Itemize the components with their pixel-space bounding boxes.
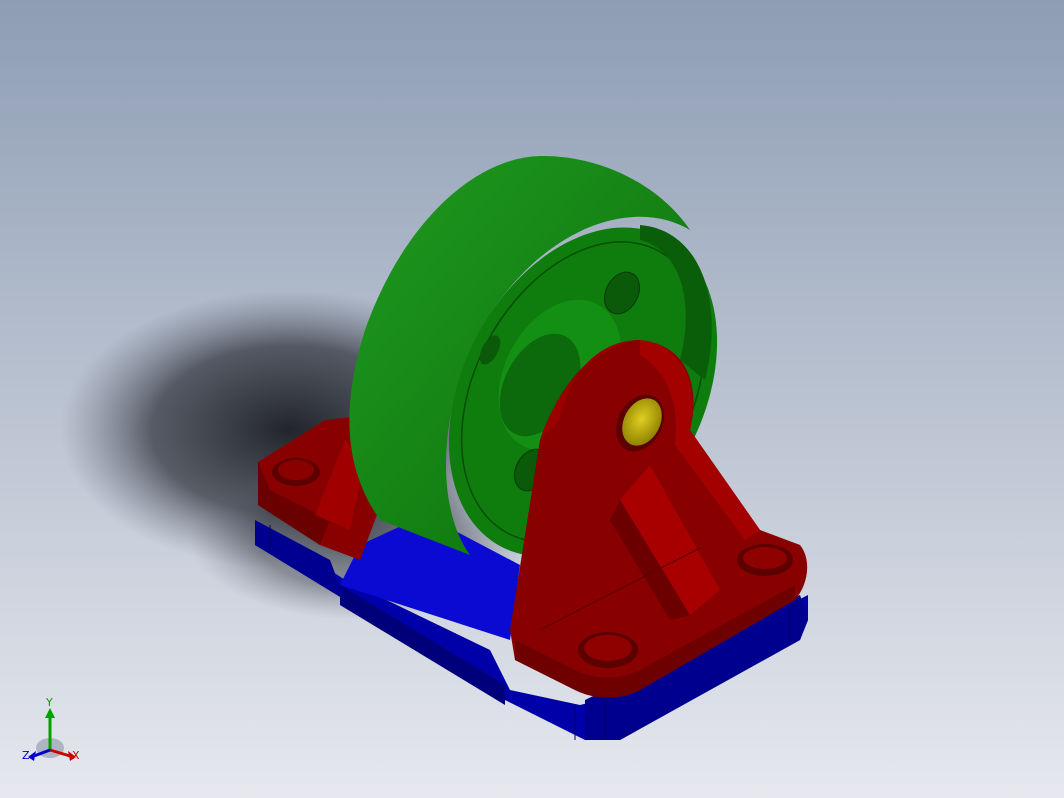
- triad-z-label: Z: [22, 749, 30, 762]
- triad-y-label: Y: [46, 696, 53, 709]
- triad-graphic: [28, 708, 76, 761]
- reference-triad[interactable]: Y X Z: [18, 696, 88, 776]
- triad-x-label: X: [72, 749, 80, 762]
- model-view[interactable]: [0, 0, 1064, 798]
- graphics-viewport[interactable]: Y X Z: [0, 0, 1064, 798]
